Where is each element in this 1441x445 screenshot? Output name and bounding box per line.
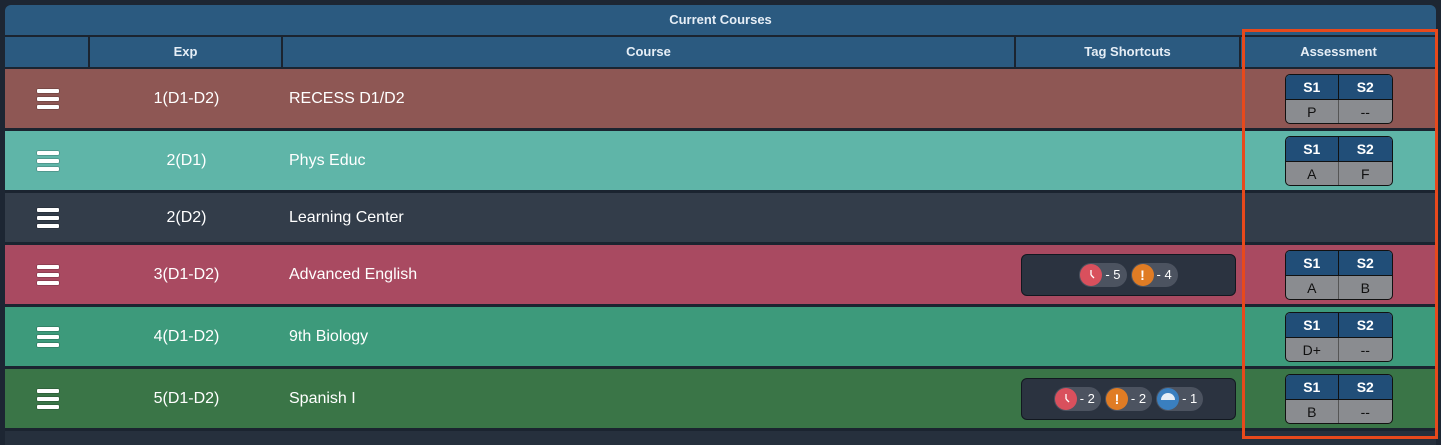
- exclamation-icon: !: [1105, 387, 1128, 410]
- assessment-cell: S1 S2 D+ --: [1241, 307, 1436, 366]
- table-row: 4(D1-D2) 9th Biology S1 S2 D+ --: [5, 307, 1436, 369]
- row-menu-cell: [5, 193, 90, 242]
- tag-shortcut-pill[interactable]: - 5: [1079, 262, 1127, 287]
- assessment-grades[interactable]: S1 S2 A B: [1284, 249, 1393, 300]
- header-assessment: Assessment: [1300, 44, 1377, 59]
- tag-shortcuts-cell: [1016, 193, 1241, 242]
- assessment-grades[interactable]: S1 S2 D+ --: [1284, 311, 1393, 362]
- tag-shortcuts-cell: [1016, 307, 1241, 366]
- s1-grade: A: [1286, 161, 1339, 185]
- s1-grade: B: [1286, 399, 1339, 423]
- assessment-cell: S1 S2 P --: [1241, 69, 1436, 128]
- assessment-grades[interactable]: S1 S2 P --: [1284, 73, 1393, 124]
- s1-grade: P: [1286, 99, 1339, 123]
- hamburger-menu-icon[interactable]: [36, 264, 59, 285]
- assessment-cell: S1 S2 A F: [1241, 131, 1436, 190]
- exclamation-icon: !: [1131, 263, 1154, 286]
- s1-label: S1: [1286, 136, 1339, 161]
- s1-grade: D+: [1286, 337, 1339, 361]
- row-menu-cell: [5, 245, 90, 304]
- tag-shortcuts-cell: [1016, 131, 1241, 190]
- tag-count: - 2: [1130, 391, 1147, 406]
- tag-shortcuts-cell: - 5! - 4: [1016, 245, 1241, 304]
- s1-label: S1: [1286, 374, 1339, 399]
- header-tag-shortcuts: Tag Shortcuts: [1016, 37, 1241, 67]
- tag-shortcut-pill[interactable]: ! - 4: [1130, 262, 1178, 287]
- tag-shortcuts-box: - 5! - 4: [1021, 253, 1236, 296]
- s2-grade: --: [1360, 103, 1370, 120]
- table-row: 5(D1-D2) Spanish I- 2! - 2- 1 S1 S2 B --: [5, 369, 1436, 431]
- table-header: Exp Course Tag Shortcuts Assessment: [5, 37, 1436, 69]
- clock-icon: [1080, 263, 1103, 286]
- s2-grade: B: [1360, 279, 1370, 296]
- s1-label: S1: [1286, 312, 1339, 337]
- tag-count: - 1: [1182, 391, 1198, 406]
- course-name-cell[interactable]: Phys Educ: [283, 131, 1016, 190]
- table-row: 2(D1) Phys Educ S1 S2 A F: [5, 131, 1436, 193]
- s2-label: S2: [1356, 378, 1374, 395]
- assessment-cell: S1 S2 B --: [1241, 369, 1436, 428]
- s2-label: S2: [1356, 140, 1374, 157]
- assessment-grades[interactable]: S1 S2 B --: [1284, 373, 1393, 424]
- hamburger-menu-icon[interactable]: [36, 207, 59, 228]
- course-name-cell[interactable]: Advanced English: [283, 245, 1016, 304]
- table-row: 1(D1-D2) RECESS D1/D2 S1 S2 P --: [5, 69, 1436, 131]
- s2-label: S2: [1356, 254, 1374, 271]
- hamburger-menu-icon[interactable]: [36, 150, 59, 171]
- assessment-cell: [1241, 193, 1436, 242]
- hamburger-menu-icon[interactable]: [36, 326, 59, 347]
- exp-cell: 2(D1): [166, 151, 207, 169]
- tag-shortcuts-box: - 2! - 2- 1: [1021, 377, 1236, 420]
- exp-cell: 4(D1-D2): [153, 327, 220, 345]
- exp-cell: 5(D1-D2): [153, 389, 220, 407]
- tag-count: - 4: [1156, 267, 1172, 282]
- hamburger-menu-icon[interactable]: [36, 388, 59, 409]
- tag-shortcut-pill[interactable]: - 2: [1053, 386, 1101, 411]
- course-name-cell[interactable]: 9th Biology: [283, 307, 1016, 366]
- header-course: Course: [283, 37, 1016, 67]
- row-menu-cell: [5, 307, 90, 366]
- s1-label: S1: [1286, 74, 1339, 99]
- hamburger-menu-icon[interactable]: [36, 88, 59, 109]
- current-courses-panel: Current Courses Exp Course Tag Shortcuts…: [5, 5, 1436, 445]
- tag-shortcut-pill[interactable]: ! - 2: [1104, 386, 1153, 411]
- half-circle-icon: [1157, 387, 1180, 410]
- course-name-cell[interactable]: Learning Center: [283, 193, 1016, 242]
- s2-grade: F: [1360, 165, 1370, 182]
- s2-label: S2: [1356, 316, 1374, 333]
- assessment-grades[interactable]: S1 S2 A F: [1284, 135, 1393, 186]
- tag-count: - 2: [1079, 391, 1095, 406]
- tag-shortcut-pill[interactable]: - 1: [1156, 386, 1204, 411]
- tag-shortcuts-cell: - 2! - 2- 1: [1016, 369, 1241, 428]
- clock-icon: [1054, 387, 1077, 410]
- exp-cell: 3(D1-D2): [153, 265, 220, 283]
- row-menu-cell: [5, 369, 90, 428]
- s2-grade: --: [1360, 341, 1370, 358]
- table-title: Current Courses: [5, 5, 1436, 37]
- exp-cell: 2(D2): [166, 208, 207, 226]
- exp-cell: 1(D1-D2): [153, 89, 220, 107]
- s2-grade: --: [1360, 403, 1370, 420]
- tag-count: - 5: [1105, 267, 1121, 282]
- course-name-cell[interactable]: Spanish I: [283, 369, 1016, 428]
- header-menu-col: [5, 37, 90, 67]
- s2-label: S2: [1356, 78, 1374, 95]
- assessment-cell: S1 S2 A B: [1241, 245, 1436, 304]
- course-name-cell[interactable]: RECESS D1/D2: [283, 69, 1016, 128]
- s1-label: S1: [1286, 250, 1339, 275]
- row-menu-cell: [5, 69, 90, 128]
- tag-shortcuts-cell: [1016, 69, 1241, 128]
- header-exp: Exp: [90, 37, 283, 67]
- table-row: 2(D2) Learning Center: [5, 193, 1436, 245]
- table-row: 3(D1-D2) Advanced English - 5! - 4 S1 S2 A B: [5, 245, 1436, 307]
- row-menu-cell: [5, 131, 90, 190]
- s1-grade: A: [1286, 275, 1339, 299]
- course-rows: 1(D1-D2) RECESS D1/D2 S1 S2 P -- 2(D1) Phys Edu…: [5, 69, 1436, 431]
